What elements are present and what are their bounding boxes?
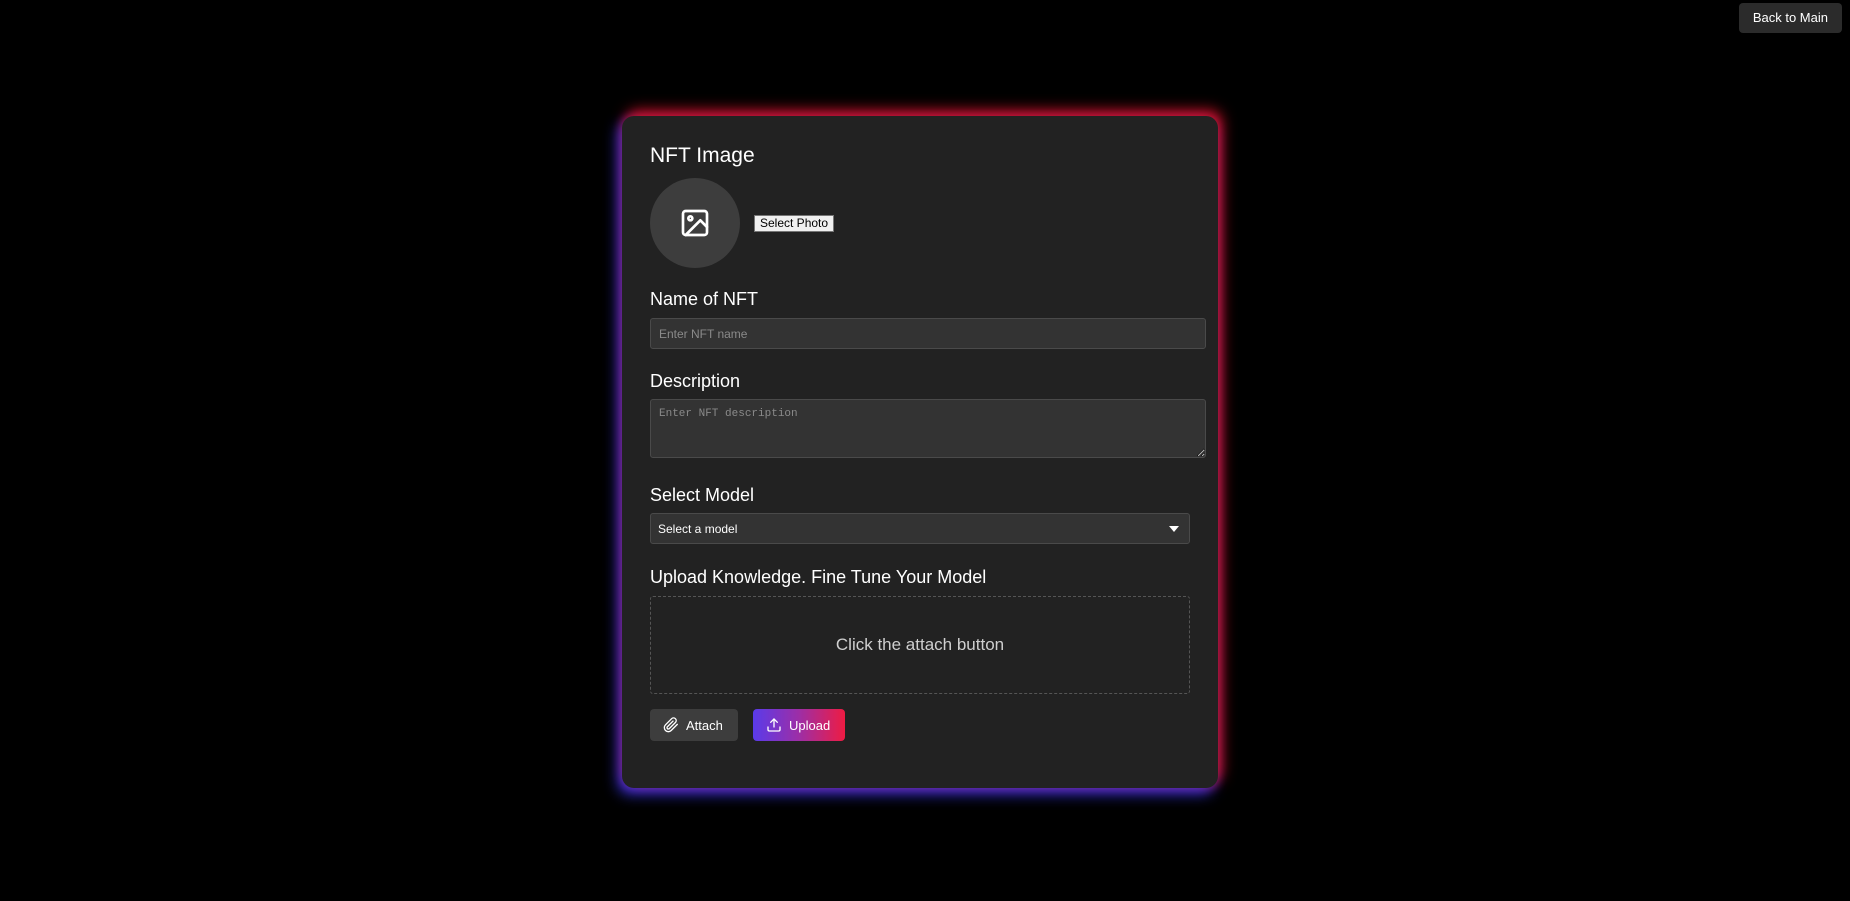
- select-model-label: Select Model: [650, 485, 755, 505]
- attach-button[interactable]: Attach: [650, 709, 738, 741]
- attach-button-label: Attach: [686, 717, 723, 733]
- upload-button[interactable]: Upload: [753, 709, 845, 741]
- caret-down-icon: [1169, 525, 1179, 532]
- back-to-main-button[interactable]: Back to Main: [1738, 3, 1842, 33]
- nft-create-card: NFT Image Select Photo Name of NFT Descr…: [622, 116, 1218, 788]
- select-photo-button[interactable]: Select Photo: [754, 214, 835, 232]
- nft-image-placeholder[interactable]: [650, 178, 740, 268]
- nft-name-label: Name of NFT: [650, 289, 759, 309]
- description-label: Description: [650, 371, 741, 391]
- upload-icon: [767, 718, 781, 732]
- model-select[interactable]: Select a model: [650, 513, 1190, 544]
- image-icon: [681, 209, 709, 237]
- nft-image-title: NFT Image: [650, 144, 755, 167]
- description-textarea[interactable]: [650, 399, 1206, 458]
- upload-button-label: Upload: [789, 717, 831, 733]
- knowledge-dropzone[interactable]: Click the attach button: [650, 596, 1190, 694]
- paperclip-icon: [663, 717, 678, 733]
- upload-knowledge-label: Upload Knowledge. Fine Tune Your Model: [650, 567, 987, 587]
- photo-row: Select Photo: [650, 178, 1206, 268]
- nft-name-input[interactable]: [650, 318, 1206, 349]
- dropzone-text: Click the attach button: [835, 635, 1005, 654]
- model-select-value: Select a model: [658, 521, 738, 536]
- action-buttons: Attach Upload: [650, 709, 1206, 741]
